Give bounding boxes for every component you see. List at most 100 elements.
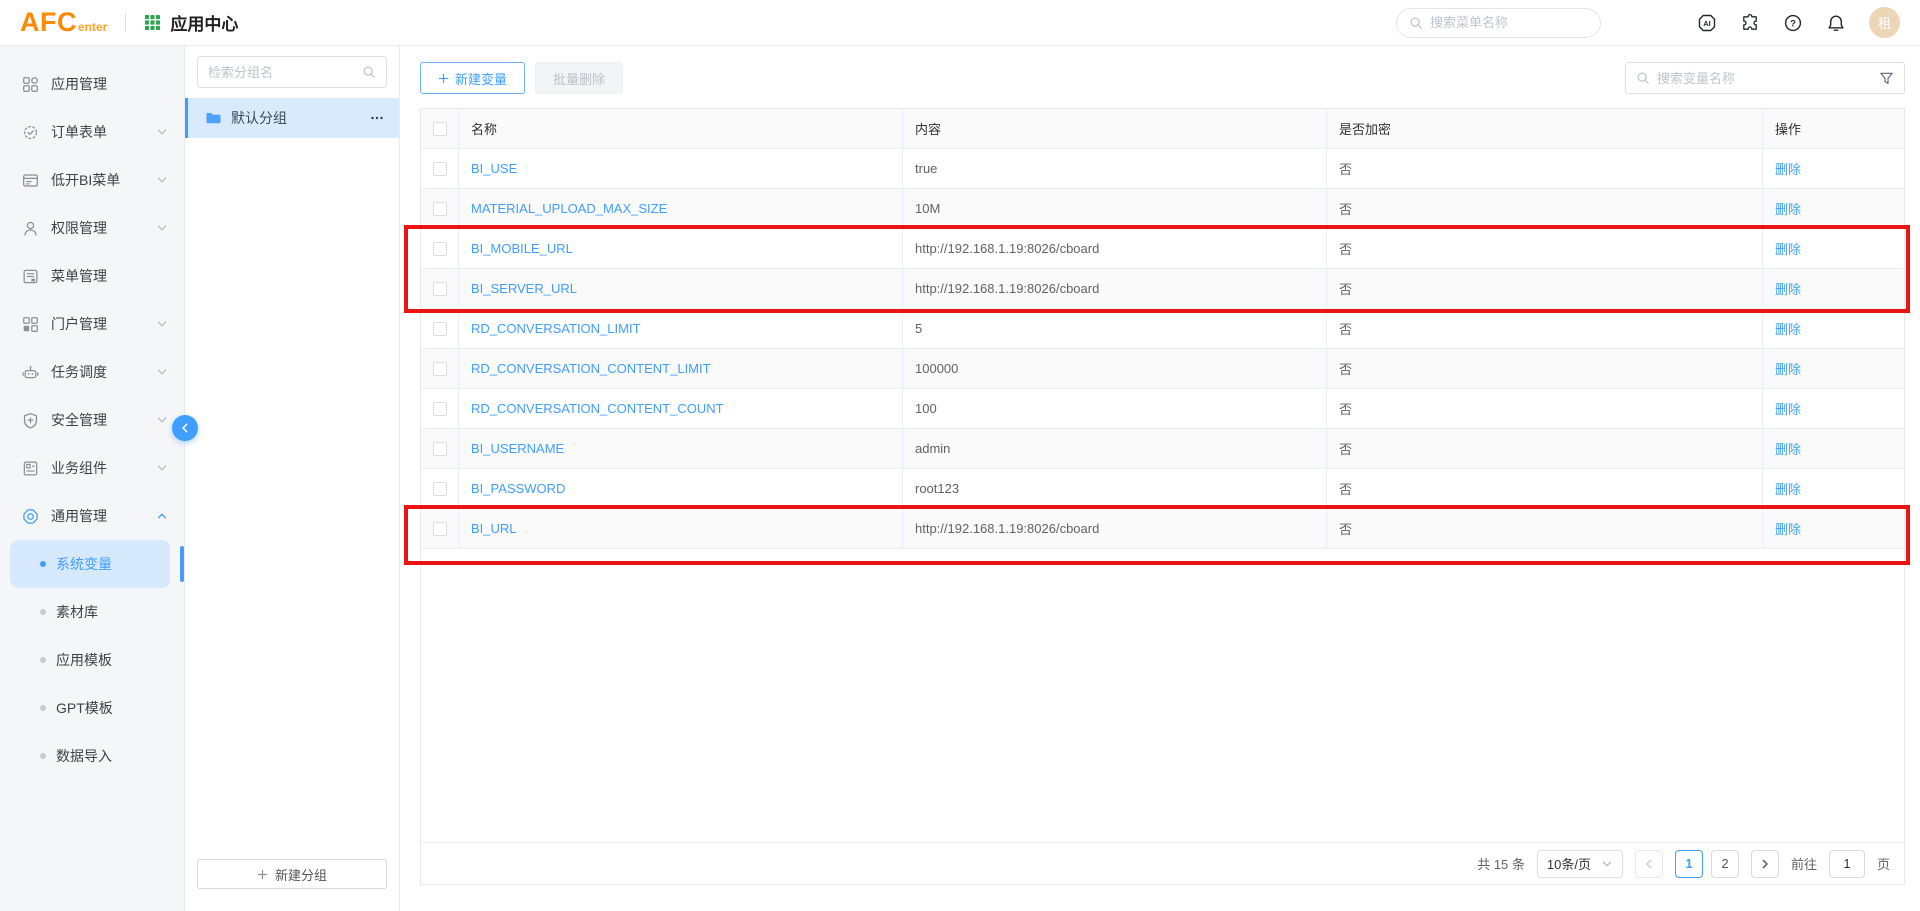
select-all-checkbox[interactable] [433,122,447,136]
group-search-input[interactable] [208,65,356,80]
sidebar-item-label: 任务调度 [51,362,156,382]
cell-action: 删除 [1763,509,1904,548]
portal-icon [22,316,39,333]
search-icon [1409,16,1423,30]
variable-name-link[interactable]: BI_USERNAME [471,441,564,456]
cell-encrypted: 否 [1327,429,1763,468]
delete-link[interactable]: 删除 [1775,479,1801,498]
delete-link[interactable]: 删除 [1775,239,1801,258]
cell-name: RD_CONVERSATION_CONTENT_COUNT [459,389,903,428]
row-checkbox[interactable] [433,322,447,336]
cell-encrypted: 否 [1327,509,1763,548]
sidebar-item[interactable]: 任务调度 [0,348,184,396]
bell-icon[interactable] [1826,13,1846,33]
next-page-button[interactable] [1751,850,1779,878]
prev-page-button[interactable] [1635,850,1663,878]
new-group-button[interactable]: 新建分组 [197,859,387,889]
delete-link[interactable]: 删除 [1775,159,1801,178]
row-checkbox[interactable] [433,402,447,416]
goto-page-input[interactable] [1829,850,1865,878]
row-checkbox[interactable] [433,282,447,296]
sidebar-item[interactable]: 菜单管理 [0,252,184,300]
variable-name-link[interactable]: BI_USE [471,161,517,176]
row-checkbox[interactable] [433,362,447,376]
row-checkbox[interactable] [433,162,447,176]
variable-name-link[interactable]: BI_SERVER_URL [471,281,577,296]
row-checkbox[interactable] [433,482,447,496]
sidebar-item[interactable]: 应用管理 [0,60,184,108]
sidebar-item[interactable]: 订单表单 [0,108,184,156]
page-size-select[interactable]: 10条/页 [1537,850,1623,878]
variable-name-link[interactable]: MATERIAL_UPLOAD_MAX_SIZE [471,201,667,216]
variable-name-link[interactable]: BI_URL [471,521,517,536]
variable-name-link[interactable]: BI_PASSWORD [471,481,565,496]
delete-link[interactable]: 删除 [1775,199,1801,218]
variable-name-link[interactable]: RD_CONVERSATION_CONTENT_LIMIT [471,361,711,376]
sidebar-subitem[interactable]: GPT模板 [0,684,184,732]
help-icon[interactable]: ? [1783,13,1803,33]
cell-name: BI_URL [459,509,903,548]
page-size-label: 10条/页 [1547,854,1591,873]
delete-link[interactable]: 删除 [1775,359,1801,378]
batch-delete-button[interactable]: 批量删除 [535,62,623,94]
sidebar-item[interactable]: 通用管理 [0,492,184,540]
variable-search-input[interactable] [1657,71,1872,86]
page-title: 应用中心 [170,10,238,35]
sidebar-item[interactable]: 权限管理 [0,204,184,252]
cell-action: 删除 [1763,269,1904,308]
sidebar-item-label: 应用管理 [51,74,168,94]
plugin-icon[interactable] [1740,13,1760,33]
page-list: 12 [1675,850,1739,878]
sidebar-subitem[interactable]: 素材库 [0,588,184,636]
delete-link[interactable]: 删除 [1775,319,1801,338]
cell-content: admin [903,429,1327,468]
sidebar-item[interactable]: 低开BI菜单 [0,156,184,204]
sidebar: 应用管理订单表单低开BI菜单权限管理菜单管理门户管理任务调度安全管理业务组件通用… [0,46,185,911]
sidebar-subitem-label: 应用模板 [56,650,112,670]
sidebar-item[interactable]: 业务组件 [0,444,184,492]
delete-link[interactable]: 删除 [1775,399,1801,418]
sidebar-subitem[interactable]: 数据导入 [0,732,184,780]
variable-name-link[interactable]: BI_MOBILE_URL [471,241,573,256]
row-checkbox[interactable] [433,202,447,216]
variable-name-link[interactable]: RD_CONVERSATION_CONTENT_COUNT [471,401,724,416]
new-variable-button[interactable]: 新建变量 [420,62,525,94]
row-checkbox-cell [421,429,459,468]
active-indicator [180,546,184,582]
group-item[interactable]: 默认分组 [185,98,399,138]
row-checkbox-cell [421,349,459,388]
variable-name-link[interactable]: RD_CONVERSATION_LIMIT [471,321,641,336]
svg-text:?: ? [1790,18,1796,29]
cell-name: MATERIAL_UPLOAD_MAX_SIZE [459,189,903,228]
sidebar-item[interactable]: 门户管理 [0,300,184,348]
sidebar-subitem[interactable]: 系统变量 [10,540,170,588]
sidebar-item[interactable]: 安全管理 [0,396,184,444]
batch-delete-label: 批量删除 [553,69,605,88]
variable-search-box[interactable] [1625,62,1905,94]
filter-icon[interactable] [1879,71,1894,86]
more-icon[interactable] [369,110,385,126]
task-schedule-icon [22,364,39,381]
delete-link[interactable]: 删除 [1775,279,1801,298]
sidebar-submenu: 系统变量素材库应用模板 GPT模板数据导入 [0,540,184,780]
sidebar-collapse-button[interactable] [172,415,198,441]
delete-link[interactable]: 删除 [1775,439,1801,458]
afc-logo[interactable]: AFCenter [20,9,107,36]
page-button-1[interactable]: 1 [1675,850,1703,878]
search-icon [1636,71,1650,85]
page-button-2[interactable]: 2 [1711,850,1739,878]
cell-encrypted: 否 [1327,469,1763,508]
group-search-box[interactable] [197,56,387,88]
new-variable-label: 新建变量 [455,69,507,88]
row-checkbox[interactable] [433,522,447,536]
menu-search-input[interactable] [1430,15,1588,30]
menu-search-box[interactable] [1396,8,1601,38]
avatar[interactable]: 租 [1869,7,1900,38]
ai-icon[interactable]: AI [1697,13,1717,33]
sidebar-subitem[interactable]: 应用模板 [0,636,184,684]
row-checkbox[interactable] [433,242,447,256]
row-checkbox-cell [421,469,459,508]
cell-name: BI_USERNAME [459,429,903,468]
delete-link[interactable]: 删除 [1775,519,1801,538]
row-checkbox[interactable] [433,442,447,456]
